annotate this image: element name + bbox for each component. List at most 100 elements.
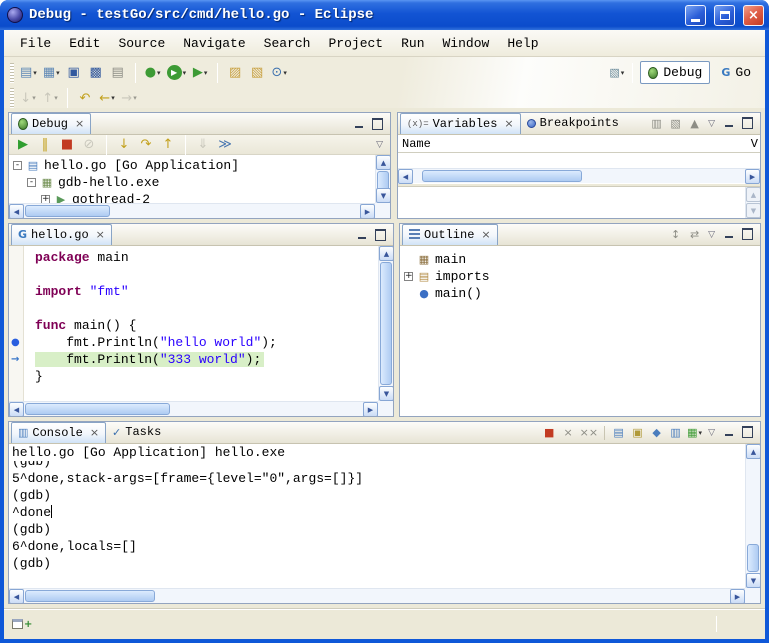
sort-icon[interactable]: ↕ [667, 226, 684, 243]
pin-console-icon[interactable]: ◆ [648, 424, 665, 441]
perspective-debug-button[interactable]: Debug [640, 61, 710, 84]
step-into-icon[interactable]: ↓ [114, 134, 134, 156]
scrollbar-thumb[interactable] [747, 544, 759, 572]
menu-source[interactable]: Source [110, 33, 173, 54]
menu-search[interactable]: Search [256, 33, 319, 54]
horizontal-scrollbar[interactable]: ◀ ▶ [9, 203, 375, 218]
minimize-view-button[interactable] [353, 228, 370, 243]
maximize-view-button[interactable] [372, 228, 389, 243]
tree-item[interactable]: +▶gothread-2 [9, 191, 375, 203]
open-file-icon[interactable]: ▨ [225, 62, 245, 84]
horizontal-scrollbar[interactable]: ◀ ▶ [9, 588, 745, 603]
clear-console-icon[interactable]: ▤ [610, 424, 627, 441]
forward-icon[interactable]: →▾ [119, 87, 139, 109]
toolbar-grip[interactable] [10, 63, 14, 83]
menu-navigate[interactable]: Navigate [175, 33, 253, 54]
scroll-lock-icon[interactable]: ▣ [629, 424, 646, 441]
scrollbar-thumb[interactable] [25, 403, 170, 415]
vertical-scrollbar[interactable]: ▲ ▼ [375, 155, 390, 203]
scroll-down-icon[interactable]: ▼ [746, 203, 761, 218]
editor-ruler[interactable]: ●→ [9, 246, 24, 401]
code-line[interactable]: fmt.Println("hello world"); [35, 334, 378, 351]
collapse-icon[interactable]: - [13, 161, 22, 170]
scrollbar-thumb[interactable] [25, 590, 155, 602]
column-name[interactable]: Name [402, 137, 431, 151]
vertical-scrollbar[interactable]: ▲ ▼ [745, 187, 760, 218]
run-icon[interactable]: ▶▾ [165, 62, 189, 84]
menu-project[interactable]: Project [320, 33, 391, 54]
menu-window[interactable]: Window [435, 33, 498, 54]
print-icon[interactable]: ▤ [108, 62, 128, 84]
menu-help[interactable]: Help [499, 33, 546, 54]
search-icon[interactable]: ⊙▾ [269, 62, 289, 84]
close-tab-icon[interactable]: × [75, 117, 84, 130]
scroll-left-icon[interactable]: ◀ [9, 402, 24, 416]
maximize-view-button[interactable] [739, 227, 756, 242]
scroll-up-icon[interactable]: ▲ [379, 246, 393, 261]
terminate-icon[interactable]: ■ [541, 424, 558, 441]
next-annotation-icon[interactable]: ↓▾ [18, 87, 38, 109]
view-menu-icon[interactable]: ▽ [705, 230, 718, 240]
drop-to-frame-icon[interactable]: ⇓ [193, 134, 213, 156]
variables-detail-pane[interactable]: ▲ ▼ [398, 187, 760, 218]
view-menu-icon[interactable]: ▽ [373, 140, 386, 150]
scroll-up-icon[interactable]: ▲ [376, 155, 390, 170]
tree-item[interactable]: -▦gdb-hello.exe [9, 174, 375, 191]
toolbar-grip[interactable] [10, 88, 14, 108]
close-tab-icon[interactable]: × [481, 228, 490, 241]
menu-run[interactable]: Run [393, 33, 432, 54]
link-with-editor-icon[interactable]: ⇄ [686, 226, 703, 243]
tab-console[interactable]: ▥ Console × [11, 422, 106, 443]
view-menu-icon[interactable]: ▽ [705, 428, 718, 438]
minimize-view-button[interactable] [720, 227, 737, 242]
maximize-view-button[interactable] [739, 116, 756, 131]
variables-tree[interactable] [398, 153, 760, 168]
step-over-icon[interactable]: ↷ [136, 134, 156, 156]
new-wizard-icon[interactable]: ▤▾ [18, 62, 39, 84]
new-element-icon[interactable]: ▦▾ [41, 62, 62, 84]
breakpoint-icon[interactable]: ● [11, 334, 20, 351]
tab-outline[interactable]: Outline × [402, 224, 498, 245]
tree-item[interactable]: -▦main [400, 251, 760, 268]
save-all-icon[interactable]: ▩ [86, 62, 106, 84]
scrollbar-thumb[interactable] [25, 205, 110, 217]
maximize-button[interactable] [714, 5, 735, 26]
titlebar[interactable]: Debug - testGo/src/cmd/hello.go - Eclips… [0, 0, 769, 30]
minimize-view-button[interactable] [720, 425, 737, 440]
collapse-icon[interactable]: - [27, 178, 36, 187]
view-menu-icon[interactable]: ▽ [705, 119, 718, 129]
last-edit-location-icon[interactable]: ↶ [75, 87, 95, 109]
scroll-up-icon[interactable]: ▲ [746, 187, 761, 202]
open-perspective-icon[interactable]: ▧▾ [608, 64, 625, 81]
code-area[interactable]: package mainimport "fmt"func main() { fm… [25, 246, 378, 401]
scrollbar-thumb[interactable] [380, 262, 392, 385]
scrollbar-thumb[interactable] [422, 170, 582, 182]
maximize-view-button[interactable] [369, 117, 386, 132]
minimize-view-button[interactable] [720, 116, 737, 131]
display-selected-console-icon[interactable]: ▥ [667, 424, 684, 441]
scroll-up-icon[interactable]: ▲ [746, 444, 760, 459]
column-value[interactable]: V [751, 137, 758, 151]
show-type-names-icon[interactable]: ▥ [648, 115, 665, 132]
menu-edit[interactable]: Edit [61, 33, 108, 54]
scroll-left-icon[interactable]: ◀ [9, 204, 24, 218]
scroll-left-icon[interactable]: ◀ [398, 169, 413, 184]
close-tab-icon[interactable]: × [96, 228, 105, 241]
vertical-scrollbar[interactable]: ▲ ▼ [745, 444, 760, 588]
code-line[interactable]: package main [35, 249, 378, 266]
save-icon[interactable]: ▣ [64, 62, 84, 84]
instruction-pointer-icon[interactable]: → [11, 351, 19, 368]
scroll-right-icon[interactable]: ▶ [730, 589, 745, 603]
horizontal-scrollbar[interactable]: ◀ ▶ [398, 168, 760, 183]
close-tab-icon[interactable]: × [504, 117, 513, 130]
close-tab-icon[interactable]: × [90, 426, 99, 439]
horizontal-scrollbar[interactable]: ◀ ▶ [9, 401, 378, 416]
folder-icon[interactable]: ▧ [247, 62, 267, 84]
suspend-icon[interactable]: ‖ [35, 134, 55, 156]
tree-item[interactable]: +▤imports [400, 268, 760, 285]
menu-file[interactable]: File [12, 33, 59, 54]
step-return-icon[interactable]: ↑ [158, 134, 178, 156]
fast-view-icon[interactable]: + [12, 619, 32, 630]
perspective-go-button[interactable]: G Go [713, 61, 759, 84]
code-line[interactable]: } [35, 368, 378, 385]
